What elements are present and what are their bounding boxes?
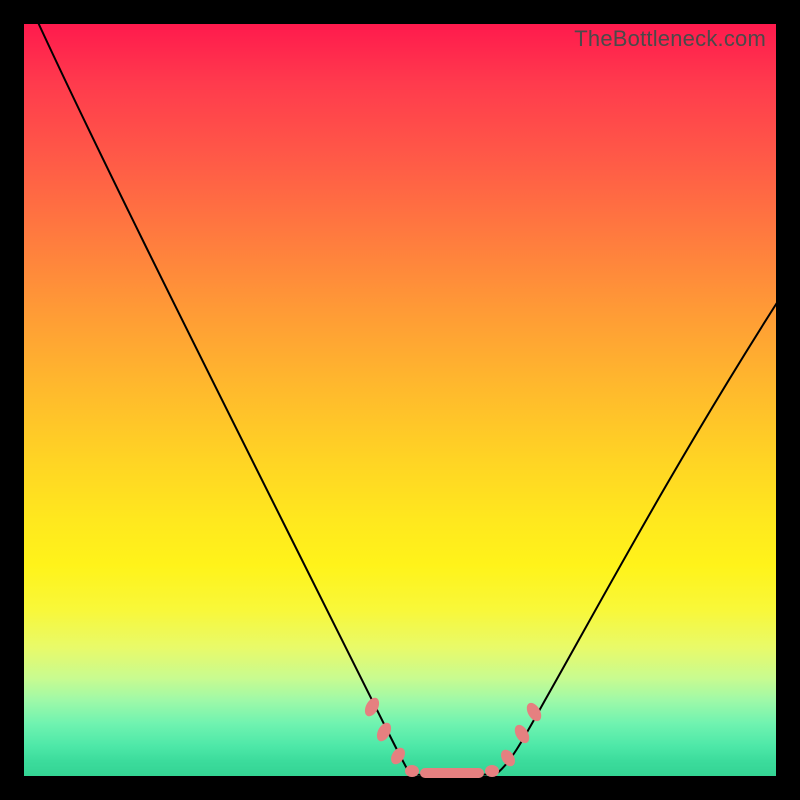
marker-dot: [485, 765, 499, 777]
marker-dot: [405, 765, 419, 777]
marker-dot: [524, 700, 544, 723]
chart-svg: [24, 24, 776, 776]
marker-dot: [374, 720, 394, 743]
valley-band: [420, 768, 484, 778]
plot-area: TheBottleneck.com: [24, 24, 776, 776]
chart-frame: TheBottleneck.com: [0, 0, 800, 800]
marker-dot: [512, 722, 532, 745]
left-curve: [36, 18, 410, 774]
right-curve: [496, 298, 780, 774]
